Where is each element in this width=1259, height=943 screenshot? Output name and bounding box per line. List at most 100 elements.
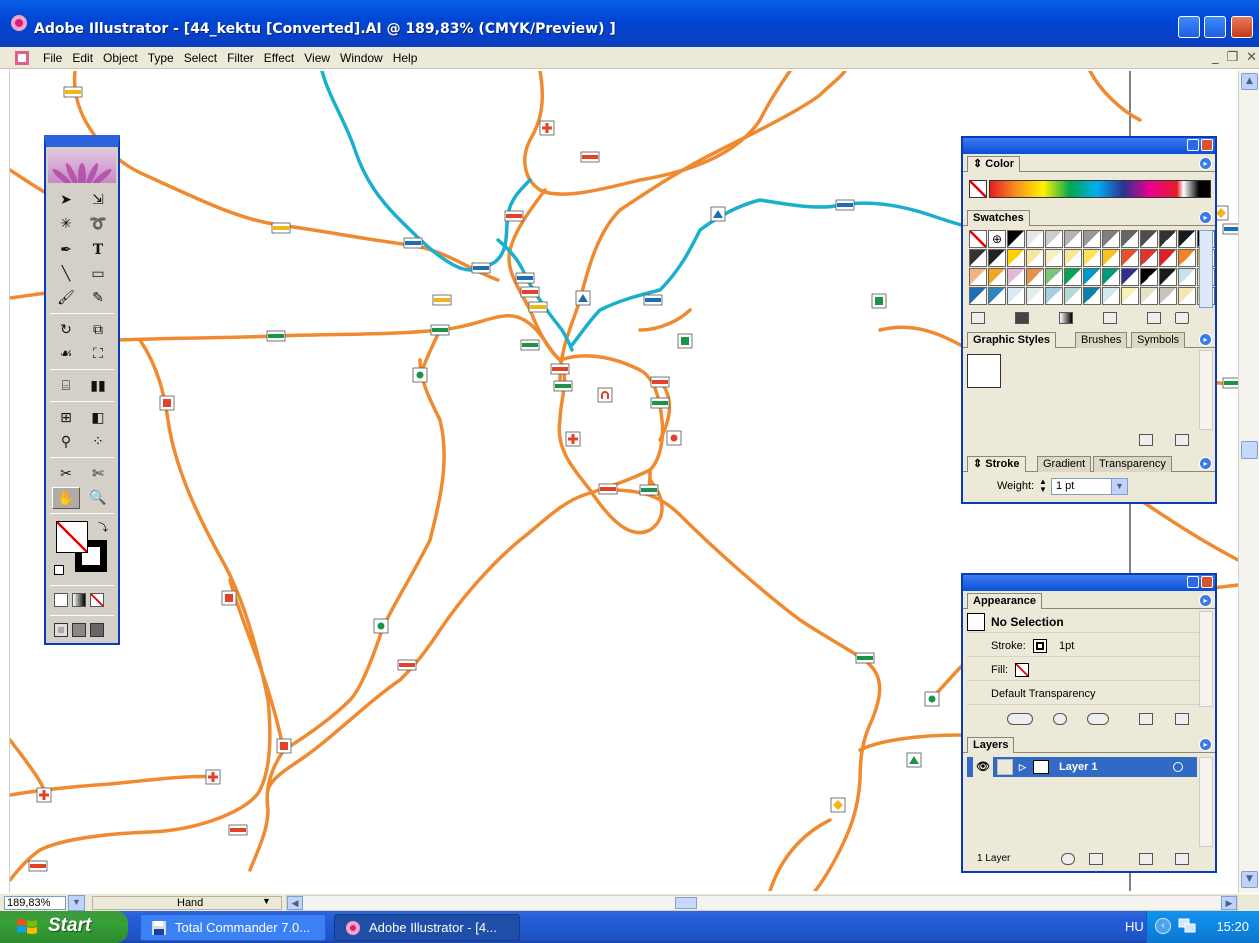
layer-name[interactable]: Layer 1 — [1059, 757, 1098, 777]
tab-layers[interactable]: Layers — [967, 737, 1015, 753]
delete-item-icon[interactable] — [1175, 713, 1189, 725]
tab-transparency[interactable]: Transparency — [1093, 456, 1172, 472]
palette-minimize-icon[interactable] — [1187, 576, 1199, 588]
scroll-right-arrow-icon[interactable]: ▶ — [1221, 896, 1237, 910]
expand-layer-triangle-icon[interactable]: ▷ — [1019, 757, 1026, 777]
stroke-palette-menu-icon[interactable]: ▸ — [1199, 457, 1212, 470]
line-tool-icon[interactable]: ╲ — [52, 263, 80, 285]
color-swatch[interactable] — [1140, 230, 1158, 248]
color-swatch[interactable] — [1083, 230, 1101, 248]
horizontal-scrollbar[interactable]: ◀ ▶ — [286, 895, 1238, 911]
menu-file[interactable]: File — [38, 51, 67, 65]
color-swatch[interactable] — [1026, 268, 1044, 286]
color-swatch[interactable] — [1083, 249, 1101, 267]
color-swatch[interactable] — [1045, 249, 1063, 267]
tab-symbols[interactable]: Symbols — [1131, 332, 1186, 348]
color-swatch[interactable] — [1064, 249, 1082, 267]
color-swatch[interactable] — [1140, 268, 1158, 286]
color-mode-icon[interactable] — [54, 593, 68, 607]
paintbrush-tool-icon[interactable]: 🖌 — [52, 287, 80, 309]
color-swatch[interactable] — [969, 249, 987, 267]
palette-title-bar[interactable] — [963, 138, 1215, 154]
appearance-scrollbar[interactable] — [1199, 611, 1213, 707]
rotate-tool-icon[interactable]: ↻ — [52, 319, 80, 341]
palette-close-icon[interactable] — [1201, 139, 1213, 151]
fill-none-chip-icon[interactable] — [1015, 663, 1029, 677]
show-gradient-swatches-icon[interactable] — [1059, 312, 1073, 324]
color-swatch[interactable] — [1140, 287, 1158, 305]
menu-filter[interactable]: Filter — [222, 51, 259, 65]
scale-tool-icon[interactable]: ⧉ — [84, 319, 112, 341]
color-swatch[interactable] — [1140, 249, 1158, 267]
palette-title-bar[interactable] — [963, 575, 1215, 591]
scissors-tool-icon[interactable]: ✄ — [84, 463, 112, 485]
visibility-eye-icon[interactable]: 👁 — [973, 757, 993, 777]
color-swatch[interactable] — [1159, 230, 1177, 248]
tab-appearance[interactable]: Appearance — [967, 593, 1042, 609]
color-swatch[interactable] — [1178, 249, 1196, 267]
scroll-left-arrow-icon[interactable]: ◀ — [287, 896, 303, 910]
status-menu-arrow-icon[interactable]: ▼ — [262, 896, 271, 906]
color-swatch[interactable] — [1007, 249, 1025, 267]
color-swatch[interactable] — [1083, 287, 1101, 305]
layers-scrollbar[interactable] — [1199, 757, 1213, 847]
appearance-stroke-row[interactable]: Stroke: 1pt — [967, 635, 1199, 657]
lock-toggle-box[interactable] — [997, 759, 1013, 775]
default-graphic-style-thumbnail[interactable] — [967, 354, 1001, 388]
layer-target-circle-icon[interactable] — [1173, 762, 1183, 772]
color-swatch[interactable] — [1045, 268, 1063, 286]
color-swatch[interactable] — [988, 249, 1006, 267]
warp-tool-icon[interactable]: ☙ — [52, 343, 80, 365]
color-swatch[interactable] — [1083, 268, 1101, 286]
mesh-tool-icon[interactable]: ⊞ — [52, 407, 80, 429]
fill-stroke-swatches[interactable]: ⤵ — [54, 519, 114, 579]
taskbar-total-commander[interactable]: Total Commander 7.0... — [140, 914, 326, 941]
color-swatch[interactable] — [988, 287, 1006, 305]
vertical-scrollbar[interactable]: ▲ ▼ — [1238, 71, 1259, 893]
color-spectrum-bar[interactable] — [989, 180, 1211, 198]
new-graphic-style-icon[interactable] — [1139, 434, 1153, 446]
show-color-swatches-icon[interactable] — [1015, 312, 1029, 324]
show-pattern-swatches-icon[interactable] — [1103, 312, 1117, 324]
scroll-down-arrow-icon[interactable]: ▼ — [1241, 871, 1258, 888]
none-mode-icon[interactable] — [90, 593, 104, 607]
color-swatch[interactable] — [1159, 249, 1177, 267]
scroll-up-arrow-icon[interactable]: ▲ — [1241, 73, 1258, 90]
color-swatch[interactable] — [1178, 230, 1196, 248]
color-swatch[interactable] — [1121, 230, 1139, 248]
color-swatch[interactable] — [1007, 230, 1025, 248]
graphic-styles-menu-icon[interactable]: ▸ — [1199, 333, 1212, 346]
none-color-chip[interactable] — [969, 180, 987, 198]
color-palette-menu-icon[interactable]: ▸ — [1199, 157, 1212, 170]
blend-tool-icon[interactable]: ⁘ — [84, 431, 112, 453]
stroke-weight-field[interactable]: 1 pt — [1051, 478, 1119, 495]
pen-tool-icon[interactable]: ✒ — [52, 239, 80, 261]
tab-gradient[interactable]: Gradient — [1037, 456, 1092, 472]
color-swatch[interactable] — [1121, 268, 1139, 286]
doc-close-icon[interactable]: ✕ — [1246, 50, 1257, 65]
color-swatch[interactable] — [1102, 268, 1120, 286]
color-swatch[interactable] — [1064, 287, 1082, 305]
menu-effect[interactable]: Effect — [259, 51, 299, 65]
menu-help[interactable]: Help — [388, 51, 423, 65]
stroke-weight-spinner-icon[interactable]: ▲ ▼ — [1039, 478, 1049, 494]
color-swatch[interactable] — [988, 268, 1006, 286]
layer-row[interactable]: 👁 ▷ Layer 1 — [967, 757, 1197, 777]
color-swatch[interactable] — [1102, 230, 1120, 248]
tab-brushes[interactable]: Brushes — [1075, 332, 1128, 348]
color-swatch[interactable] — [1007, 287, 1025, 305]
show-hidden-icons-icon[interactable]: ‹ — [1155, 918, 1171, 934]
color-swatch[interactable] — [1045, 230, 1063, 248]
appearance-fill-row[interactable]: Fill: — [967, 659, 1199, 681]
color-swatch[interactable] — [969, 268, 987, 286]
free-transform-tool-icon[interactable]: ⛶ — [84, 343, 112, 365]
eyedropper-tool-icon[interactable]: ⚲ — [52, 431, 80, 453]
color-swatch[interactable] — [1045, 287, 1063, 305]
gradient-tool-icon[interactable]: ◧ — [84, 407, 112, 429]
new-sublayer-icon[interactable] — [1089, 853, 1103, 865]
swatches-scrollbar[interactable] — [1199, 230, 1213, 308]
delete-swatch-icon[interactable] — [1175, 312, 1189, 324]
make-clipping-mask-icon[interactable] — [1061, 853, 1075, 865]
minimize-button[interactable] — [1178, 16, 1200, 38]
color-swatch[interactable] — [1121, 249, 1139, 267]
